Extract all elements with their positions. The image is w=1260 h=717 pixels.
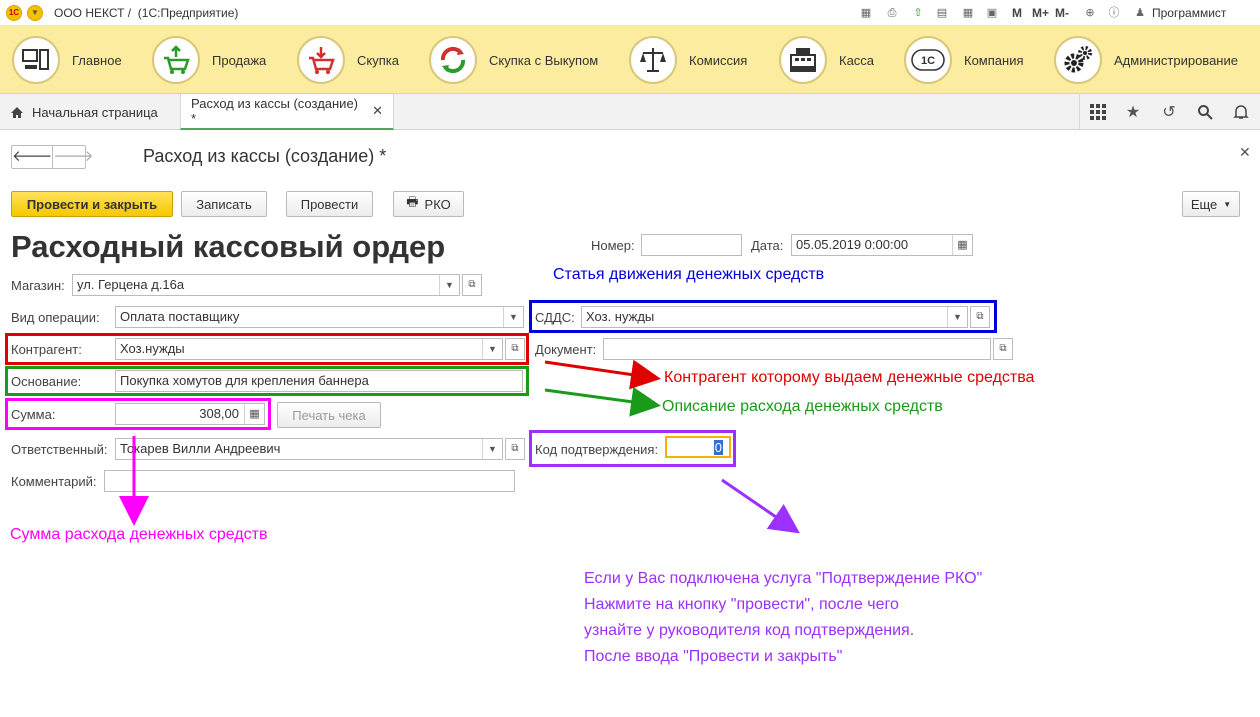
annotation-code-line: узнайте у руководителя код подтверждения… <box>584 622 915 639</box>
arrow-code <box>721 478 800 534</box>
annotation-code-line: Нажмите на кнопку "провести", после чего <box>584 596 899 613</box>
annotation-basis: Описание расхода денежных средств <box>662 398 943 415</box>
arrow-basis <box>544 386 661 417</box>
annotation-sum: Сумма расхода денежных средств <box>10 526 268 543</box>
annotation-code-line: После ввода "Провести и закрыть" <box>584 648 843 665</box>
annotation-code: Если у Вас подключена услуга "Подтвержде… <box>584 566 982 670</box>
annotation-contractor: Контрагент которому выдаем денежные сред… <box>664 369 1035 386</box>
arrow-contractor <box>544 359 661 390</box>
annotation-code-line: Если у Вас подключена услуга "Подтвержде… <box>584 570 983 587</box>
